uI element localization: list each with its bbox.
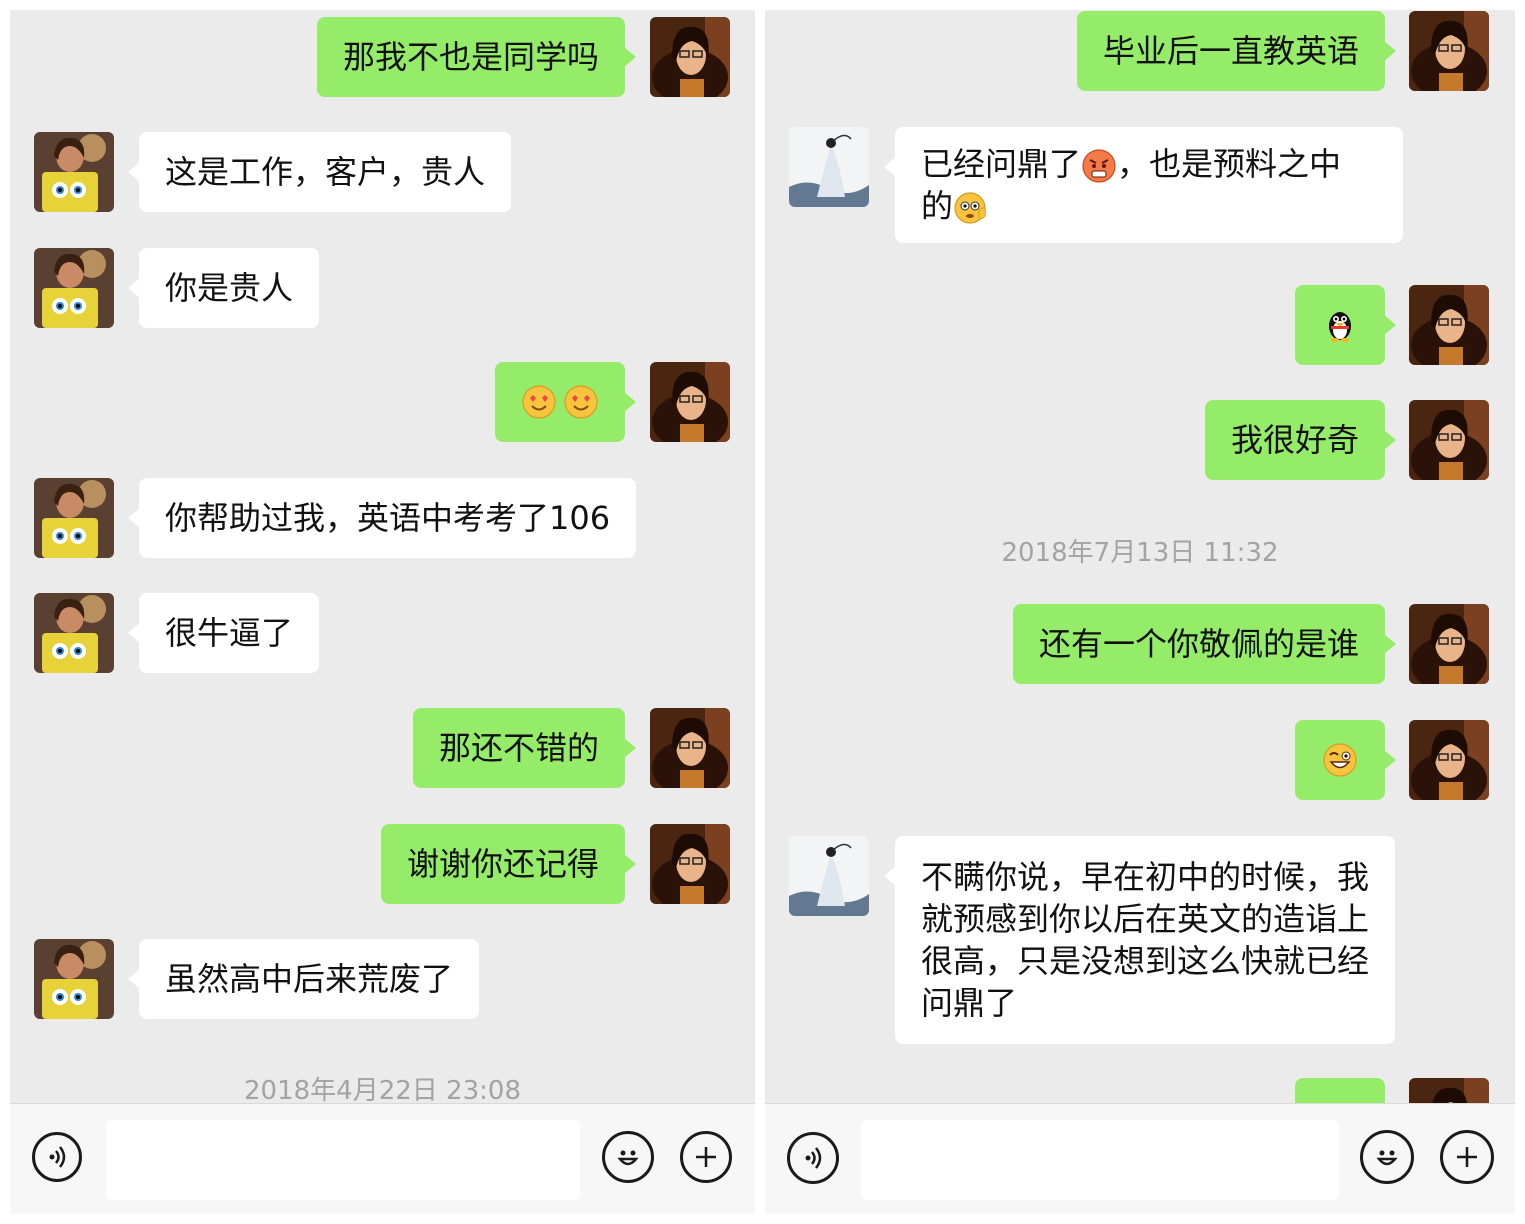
- voice-button[interactable]: [32, 1132, 82, 1182]
- message-bubble-outgoing[interactable]: 毕业后一直教英语: [1076, 11, 1397, 91]
- emoji-button[interactable]: [1360, 1130, 1414, 1184]
- message-text: 的: [921, 187, 954, 225]
- avatar-contact[interactable]: [789, 127, 869, 207]
- avatar-self[interactable]: [1409, 720, 1489, 800]
- emoji-face-icon: [1376, 1150, 1398, 1166]
- avatar-contact[interactable]: [34, 478, 114, 558]
- message-bubble-outgoing[interactable]: 那我不也是同学吗: [316, 17, 637, 97]
- avatar-self[interactable]: [650, 708, 730, 788]
- message-text: 虽然高中后来荒废了: [165, 960, 454, 998]
- avatar-self[interactable]: [1409, 11, 1489, 91]
- salute-face-emoji: [953, 190, 989, 226]
- message-text: ，也是预料之中: [1117, 145, 1342, 183]
- timestamp: 2018年4月22日 23:08: [244, 1076, 521, 1106]
- avatar-self[interactable]: [1409, 285, 1489, 365]
- message-bubble-outgoing[interactable]: [495, 362, 636, 442]
- message-text: 你是贵人: [165, 269, 294, 307]
- message-bubble-outgoing[interactable]: 那还不错的: [412, 708, 637, 788]
- penguin-emoji: [1322, 307, 1358, 343]
- message-bubble-outgoing[interactable]: 还有一个你敬佩的是谁: [1012, 604, 1397, 684]
- message-text: 这是工作，客户，贵人: [165, 153, 486, 191]
- voice-button[interactable]: [787, 1132, 839, 1184]
- emoji-button[interactable]: [602, 1131, 654, 1183]
- timestamp: 2018年7月13日 11:32: [1001, 538, 1279, 568]
- message-text: 毕业后一直教英语: [1102, 32, 1359, 70]
- message-text: 那还不错的: [438, 729, 599, 767]
- avatar-contact[interactable]: [789, 836, 869, 916]
- plus-icon: [696, 1147, 716, 1167]
- winking-grin-emoji: [1322, 742, 1358, 778]
- avatar-contact[interactable]: [34, 593, 114, 673]
- message-bubble-incoming[interactable]: 你帮助过我，英语中考考了106: [127, 478, 637, 558]
- more-button[interactable]: [680, 1131, 732, 1183]
- message-bubble-incoming[interactable]: 虽然高中后来荒废了: [127, 939, 480, 1019]
- avatar-contact[interactable]: [34, 132, 114, 212]
- message-text: 很牛逼了: [165, 614, 294, 652]
- voice-icon: [805, 1147, 822, 1169]
- message-bubble-outgoing[interactable]: 我很好奇: [1204, 400, 1397, 480]
- chat-panel-right: 毕业后一直教英语 已经问鼎了 ，也是预料之中的 我很好奇 2018年7月13日 1…: [765, 10, 1515, 1214]
- avatar-contact[interactable]: [34, 939, 114, 1019]
- message-text: 那我不也是同学吗: [342, 38, 599, 76]
- plus-icon: [1457, 1147, 1477, 1167]
- message-bubble-outgoing[interactable]: 谢谢你还记得: [380, 824, 637, 904]
- message-bubble-incoming[interactable]: 已经问鼎了 ，也是预料之中的: [884, 127, 1403, 243]
- avatar-self[interactable]: [650, 362, 730, 442]
- input-bar: [10, 1103, 755, 1214]
- message-bubble-incoming[interactable]: 不瞒你说，早在初中的时候，我就预感到你以后在英文的造诣上很高，只是没想到这么快就…: [884, 836, 1395, 1044]
- message-bubble-incoming[interactable]: 很牛逼了: [127, 593, 320, 673]
- message-bubble-incoming[interactable]: 你是贵人: [127, 248, 320, 328]
- message-text: 已经问鼎了: [921, 145, 1082, 183]
- angry-red-face-emoji: [1081, 148, 1117, 184]
- avatar-contact[interactable]: [34, 248, 114, 328]
- avatar-self[interactable]: [1409, 400, 1489, 480]
- avatar-self[interactable]: [650, 824, 730, 904]
- input-bar: [765, 1103, 1515, 1214]
- message-text: 你帮助过我，英语中考考了106: [165, 499, 611, 537]
- avatar-self[interactable]: [1409, 604, 1489, 684]
- message-input[interactable]: [106, 1120, 580, 1200]
- message-text: 我很好奇: [1230, 421, 1359, 459]
- message-text: 不瞒你说，早在初中的时候，我就预感到你以后在英文的造诣上很高，只是没想到这么快就…: [921, 858, 1370, 1022]
- message-bubble-outgoing[interactable]: [1295, 720, 1396, 800]
- voice-icon: [49, 1146, 66, 1168]
- smiling-heart-eyes-emoji: [563, 384, 599, 420]
- avatar-self[interactable]: [650, 17, 730, 97]
- message-bubble-outgoing[interactable]: [1295, 285, 1396, 365]
- message-text: 谢谢你还记得: [406, 845, 599, 883]
- message-bubble-incoming[interactable]: 这是工作，客户，贵人: [127, 132, 512, 212]
- chat-panel-left: 那我不也是同学吗 这是工作，客户，贵人 你是贵人 你帮助过我，英语中考考了106…: [10, 10, 755, 1214]
- message-text: 还有一个你敬佩的是谁: [1038, 625, 1359, 663]
- more-button[interactable]: [1440, 1130, 1494, 1184]
- emoji-face-icon: [617, 1150, 639, 1166]
- message-input[interactable]: [861, 1120, 1339, 1200]
- smiling-heart-eyes-emoji: [521, 384, 557, 420]
